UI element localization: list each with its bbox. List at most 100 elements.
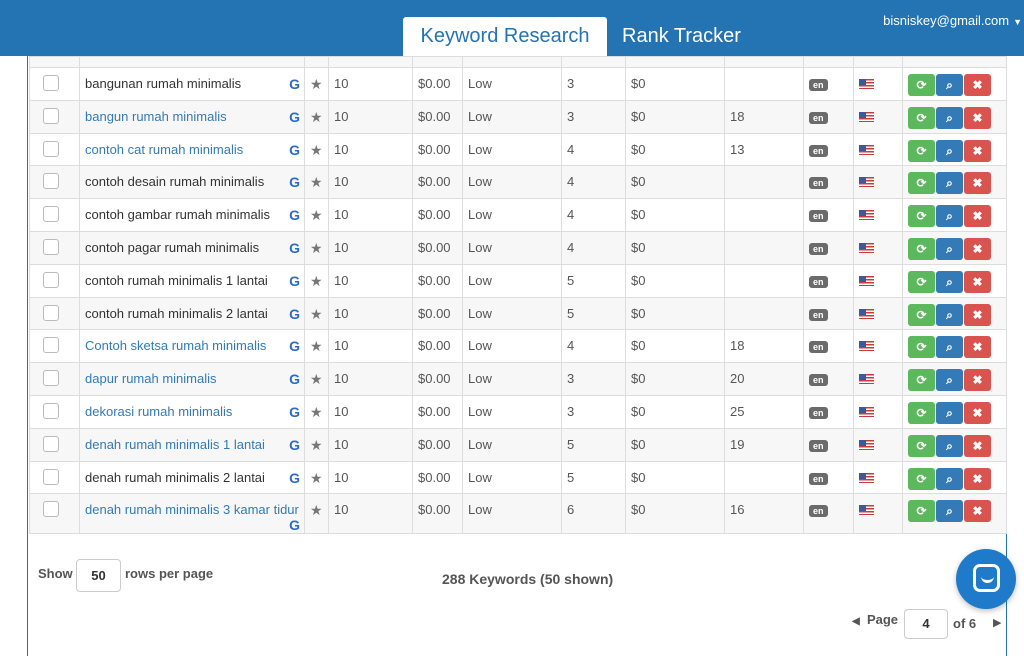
delete-button[interactable]: ✖ [964, 205, 991, 228]
refresh-button[interactable]: ⟳ [908, 434, 935, 457]
delete-button[interactable]: ✖ [964, 106, 991, 129]
star-icon[interactable]: ★ [310, 76, 323, 92]
row-checkbox[interactable] [43, 435, 59, 452]
row-checkbox[interactable] [43, 140, 59, 157]
zoom-button[interactable]: ⌕ [936, 172, 963, 195]
google-search-icon[interactable]: G [289, 517, 300, 533]
refresh-button[interactable]: ⟳ [908, 205, 935, 228]
delete-button[interactable]: ✖ [964, 270, 991, 293]
zoom-button[interactable]: ⌕ [936, 237, 963, 260]
refresh-button[interactable]: ⟳ [908, 172, 935, 195]
star-icon[interactable]: ★ [310, 437, 323, 453]
user-menu[interactable]: bisniskey@gmail.com ▼ [883, 13, 1022, 28]
refresh-button[interactable]: ⟳ [908, 369, 935, 392]
zoom-button[interactable]: ⌕ [936, 303, 963, 326]
zoom-button[interactable]: ⌕ [936, 205, 963, 228]
refresh-button[interactable]: ⟳ [908, 401, 935, 424]
delete-button[interactable]: ✖ [964, 500, 991, 523]
refresh-button[interactable]: ⟳ [908, 303, 935, 326]
zoom-button[interactable]: ⌕ [936, 270, 963, 293]
google-search-icon[interactable]: G [289, 174, 300, 190]
tab-rank-tracker[interactable]: Rank Tracker [622, 17, 741, 56]
keyword-text[interactable]: Contoh sketsa rumah minimalis [85, 338, 266, 353]
refresh-button[interactable]: ⟳ [908, 500, 935, 523]
delete-button[interactable]: ✖ [964, 434, 991, 457]
refresh-button[interactable]: ⟳ [908, 270, 935, 293]
tab-keyword-research[interactable]: Keyword Research [403, 17, 607, 56]
keyword-text[interactable]: dekorasi rumah minimalis [85, 404, 232, 419]
refresh-button[interactable]: ⟳ [908, 467, 935, 490]
row-checkbox[interactable] [43, 468, 59, 485]
delete-button[interactable]: ✖ [964, 237, 991, 260]
star-icon[interactable]: ★ [310, 174, 323, 190]
refresh-button[interactable]: ⟳ [908, 237, 935, 260]
zoom-button[interactable]: ⌕ [936, 336, 963, 359]
row-checkbox[interactable] [43, 271, 59, 288]
row-checkbox[interactable] [43, 304, 59, 321]
delete-button[interactable]: ✖ [964, 139, 991, 162]
google-search-icon[interactable]: G [289, 273, 300, 289]
zoom-button[interactable]: ⌕ [936, 467, 963, 490]
star-icon[interactable]: ★ [310, 109, 323, 125]
chat-widget-button[interactable] [956, 549, 1016, 609]
delete-button[interactable]: ✖ [964, 467, 991, 490]
zoom-button[interactable]: ⌕ [936, 369, 963, 392]
refresh-button[interactable]: ⟳ [908, 336, 935, 359]
google-search-icon[interactable]: G [289, 470, 300, 486]
star-icon[interactable]: ★ [310, 306, 323, 322]
delete-button[interactable]: ✖ [964, 369, 991, 392]
delete-button[interactable]: ✖ [964, 74, 991, 96]
google-search-icon[interactable]: G [289, 306, 300, 322]
star-icon[interactable]: ★ [310, 404, 323, 420]
delete-button[interactable]: ✖ [964, 303, 991, 326]
row-checkbox[interactable] [43, 75, 59, 91]
keyword-text[interactable]: bangun rumah minimalis [85, 109, 227, 124]
star-icon[interactable]: ★ [310, 371, 323, 387]
next-page-icon[interactable]: ▶ [993, 616, 1001, 629]
zoom-button[interactable]: ⌕ [936, 500, 963, 523]
google-search-icon[interactable]: G [289, 207, 300, 223]
prev-page-icon[interactable]: ◀ [852, 616, 860, 627]
star-icon[interactable]: ★ [310, 502, 323, 518]
google-search-icon[interactable]: G [289, 109, 300, 125]
google-search-icon[interactable]: G [289, 338, 300, 354]
delete-button[interactable]: ✖ [964, 336, 991, 359]
row-checkbox[interactable] [43, 402, 59, 419]
keyword-text[interactable]: contoh cat rumah minimalis [85, 142, 243, 157]
zoom-button[interactable]: ⌕ [936, 434, 963, 457]
keyword-text[interactable]: denah rumah minimalis 1 lantai [85, 437, 265, 452]
keyword-text[interactable]: denah rumah minimalis 3 kamar tidur [85, 502, 299, 517]
delete-button[interactable]: ✖ [964, 172, 991, 195]
rows-per-page-input[interactable]: 50 [76, 559, 121, 592]
zoom-button[interactable]: ⌕ [936, 139, 963, 162]
row-checkbox[interactable] [43, 238, 59, 255]
keyword-text[interactable]: dapur rumah minimalis [85, 371, 217, 386]
star-icon[interactable]: ★ [310, 142, 323, 158]
google-search-icon[interactable]: G [289, 76, 300, 92]
row-checkbox[interactable] [43, 206, 59, 223]
google-search-icon[interactable]: G [289, 371, 300, 387]
google-search-icon[interactable]: G [289, 437, 300, 453]
row-checkbox[interactable] [43, 107, 59, 124]
google-search-icon[interactable]: G [289, 404, 300, 420]
google-search-icon[interactable]: G [289, 240, 300, 256]
row-checkbox[interactable] [43, 501, 59, 518]
row-checkbox[interactable] [43, 173, 59, 190]
star-icon[interactable]: ★ [310, 273, 323, 289]
refresh-button[interactable]: ⟳ [908, 106, 935, 129]
star-icon[interactable]: ★ [310, 470, 323, 486]
refresh-button[interactable]: ⟳ [908, 74, 935, 96]
zoom-button[interactable]: ⌕ [936, 401, 963, 424]
zoom-button[interactable]: ⌕ [936, 106, 963, 129]
row-checkbox[interactable] [43, 370, 59, 387]
google-search-icon[interactable]: G [289, 142, 300, 158]
value-cell: $0 [625, 296, 725, 331]
star-icon[interactable]: ★ [310, 240, 323, 256]
refresh-button[interactable]: ⟳ [908, 139, 935, 162]
zoom-button[interactable]: ⌕ [936, 74, 963, 96]
page-number-input[interactable]: 4 [904, 609, 948, 639]
delete-button[interactable]: ✖ [964, 401, 991, 424]
star-icon[interactable]: ★ [310, 207, 323, 223]
row-checkbox[interactable] [43, 337, 59, 354]
star-icon[interactable]: ★ [310, 338, 323, 354]
